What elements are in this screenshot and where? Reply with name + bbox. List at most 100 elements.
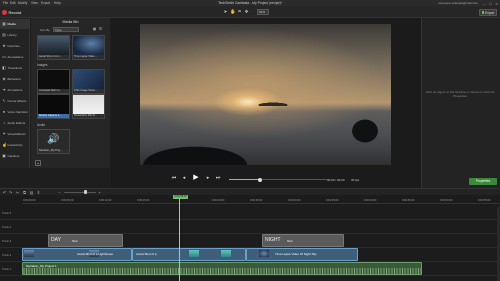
behavior-icon: ◈ [2,76,6,81]
thumb-caption: Time Lapse Video ... [73,55,104,59]
media-thumb-night-sky[interactable]: Time Lapse Video ... [72,35,105,60]
video-clip-lighthouse[interactable]: Aerial Shot of a Lighthouse [22,248,132,261]
thumb-caption: Screenshot File.Fi... [73,114,104,118]
text-clip-night[interactable]: NIGHT Text [262,234,344,247]
timeline-zoom-slider[interactable] [64,190,96,194]
step-back-icon[interactable]: ⏮ [171,175,177,181]
hand-tool-icon[interactable]: ✋ [230,9,236,14]
zoom-select[interactable]: 53% [257,9,269,15]
export-icon [481,11,485,14]
crop-tool-icon[interactable]: ⌗ [237,9,242,14]
audio-clip-narration[interactable]: Narration_My Project 1 [22,262,422,275]
text-clip-day[interactable]: DAY Text [48,234,123,247]
thumb-caption: Screen Capture 2... [38,114,69,118]
grid-view-icon[interactable]: ▦ [92,27,97,33]
scrub-handle[interactable] [258,177,263,182]
sidebar-item-label: Interactivity [7,143,23,147]
track-label: Track 4 [2,225,12,229]
redo-icon[interactable]: ↷ [8,190,13,195]
media-thumb-narration[interactable]: 🔊 Narration_My Proj... [37,129,70,154]
zoom-slider-knob[interactable] [84,190,87,194]
track-row[interactable]: Track 5 [0,206,497,220]
canvas-area [111,18,421,168]
playhead-time[interactable]: 0:00:08;02 [173,195,189,199]
zoom-out-icon[interactable]: − [57,190,62,195]
play-icon[interactable]: ▶ [192,174,200,182]
media-thumb-screen-capture[interactable]: Screen Capture 2... [37,94,70,119]
sidebar-item-label: Annotations [7,55,24,59]
step-forward-icon[interactable]: ⏭ [215,175,221,181]
media-thumb-web-image[interactable]: Camtasia Web Im... [37,69,70,94]
track-row[interactable]: Track 3 DAY Text NIGHT Text [0,234,497,248]
media-thumb-screenshot[interactable]: Screenshot File.Fi... [72,94,105,119]
sidebar-item-label: Behaviors [7,77,21,81]
paste-icon[interactable]: ▤ [29,190,34,195]
sidebar-item-animations[interactable]: ➜ Animations [0,85,30,95]
sidebar-item-captions[interactable]: ▣ Captions [0,151,30,161]
time-readout: 00:00 / 00:20 [327,177,345,182]
sidebar-item-label: Favorites [7,44,20,48]
properties-hint: Click an object on the timeline or canva… [425,90,495,98]
cursor-icon: ↖ [2,98,6,103]
undo-icon[interactable]: ↶ [2,190,7,195]
split-icon[interactable]: ⫴ [36,190,41,195]
list-view-icon[interactable]: ☰ [98,27,103,33]
sidebar-item-label: Cursor Effects [7,99,27,103]
sidebar-item-cursor-effects[interactable]: ↖ Cursor Effects [0,96,30,106]
clip-thumbnail [221,250,231,257]
sidebar-item-transitions[interactable]: ◧ Transitions [0,63,30,73]
frame-back-icon[interactable]: ◂ [181,175,187,181]
sidebar-item-behaviors[interactable]: ◈ Behaviors [0,74,30,84]
track-row[interactable]: Track 2 Aerial Shot of a Lighthouse Aeri… [0,248,497,262]
clip-title: NIGHT [265,237,281,243]
track-row[interactable]: Track 1 Narration_My Project 1 [0,262,497,276]
zoom-in-icon[interactable]: + [97,190,102,195]
frame-forward-icon[interactable]: ▸ [205,175,211,181]
track-label: Track 1 [2,267,12,271]
interactivity-icon: ☝ [2,142,7,147]
sort-value: Type [55,27,62,32]
media-thumb-lighthouse[interactable]: Aerial Shot of a Li... [37,35,70,60]
track-row[interactable]: Track 4 [0,220,497,234]
video-clip-aerial[interactable]: Aerial Shot of a [132,248,246,261]
tick-label: 0:00:30;00 [288,198,301,202]
thumb-image [38,70,69,89]
sidebar-item-annotations[interactable]: ▭ Annotations [0,52,30,62]
sidebar-item-label: Visual Effects [7,132,26,136]
sidebar-item-library[interactable]: ▤ Library [0,30,30,40]
user-account[interactable]: someone.example@mail.com [438,1,478,5]
sidebar-item-media[interactable]: ▦ Media [0,19,30,29]
media-thumb-png[interactable]: PNG Image Scree... [72,69,105,94]
timeline-ruler[interactable]: 0:00:00;00 0:00:05;00 0:00:10;00 0:00:15… [22,198,500,204]
playhead-line[interactable] [179,199,180,281]
copy-icon[interactable]: ⧉ [22,190,27,195]
video-preview[interactable] [140,24,391,165]
sidebar-item-interactivity[interactable]: ☝ Interactivity [0,140,30,150]
add-media-button[interactable]: + [35,160,41,166]
sidebar-item-audio-effects[interactable]: ♪ Audio Effects [0,118,30,128]
properties-button[interactable]: Properties [469,178,497,185]
sidebar-item-voice-narration[interactable]: ● Voice Narration [0,107,30,117]
images-section-header[interactable]: Images [37,63,47,67]
sort-select[interactable]: Type [53,26,79,32]
audio-section-header[interactable]: Audio [37,123,45,127]
sidebar-item-label: Audio Effects [7,121,26,125]
captions-icon: ▣ [2,153,6,158]
cut-icon[interactable]: ✂ [15,190,20,195]
export-button[interactable]: Export [479,8,497,16]
sidebar-item-label: Animations [7,88,23,92]
maximize-icon[interactable]: □ [488,1,493,6]
sidebar-item-visual-effects[interactable]: ✦ Visual Effects [0,129,30,139]
pan-tool-icon[interactable]: ✥ [244,9,249,14]
minimize-icon[interactable]: – [482,1,487,6]
close-icon[interactable]: × [494,1,499,6]
record-button[interactable]: Record [2,8,21,16]
video-clip-night-sky[interactable]: Time Lapse Video Of Night Sky [246,248,358,261]
thumb-image [73,70,104,89]
pointer-tool-icon[interactable]: ➤ [223,9,228,14]
thumb-image [73,95,104,114]
media-icon: ▦ [2,21,6,26]
scrub-bar[interactable] [229,177,327,182]
tick-label: 0:00:40;00 [364,198,377,202]
sidebar-item-favorites[interactable]: ★ Favorites [0,41,30,51]
